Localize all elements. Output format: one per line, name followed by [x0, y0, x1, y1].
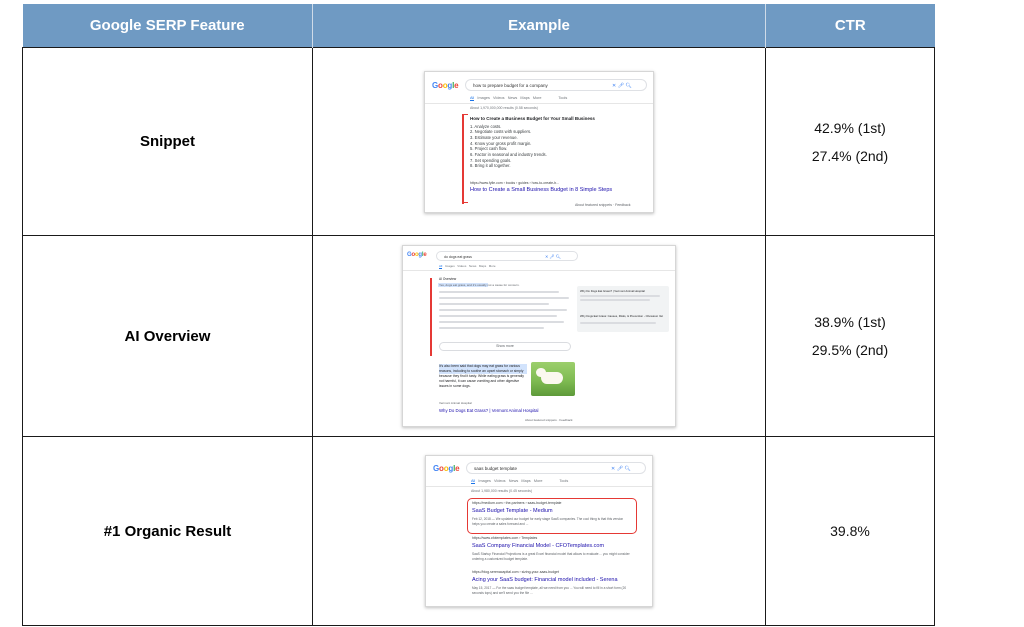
- search-query: do dogs eat grass: [444, 255, 472, 259]
- search-icons: ✕ 🎤︎ 🔍︎: [612, 82, 632, 89]
- text-line: [580, 299, 650, 301]
- search-box[interactable]: how to prepare budget for a company ✕ 🎤︎ …: [465, 78, 647, 91]
- ai-source-link[interactable]: Why Do Dogs Eat Grass? | Vermont Animal …: [439, 408, 539, 413]
- text-line: [580, 295, 660, 297]
- search-tabs[interactable]: All Images Videos News Maps More Tools: [470, 95, 567, 101]
- ai-overview-lead: Yes, dogs eat grass, and it's usually no…: [439, 283, 520, 287]
- search-icons: ✕ 🎤︎ 🔍︎: [545, 254, 561, 259]
- ai-footer: About featured snippets · Feedback: [525, 418, 573, 422]
- google-logo: Google: [433, 464, 460, 473]
- highlight-bar: [430, 278, 432, 356]
- result-title[interactable]: SaaS Company Financial Model - CFOTempla…: [472, 543, 604, 549]
- result-count: About 1,970,000,000 results (0.58 second…: [470, 105, 538, 110]
- table-header-row: Google SERP Feature Example CTR: [22, 4, 935, 48]
- result-desc: May 15, 2017 — For the saas budget templ…: [472, 586, 627, 595]
- dog-image: [531, 362, 575, 396]
- result-title[interactable]: Acing your SaaS budget: Financial model …: [472, 577, 618, 583]
- feature-cell-organic: #1 Organic Result: [22, 436, 313, 626]
- search-query: how to prepare budget for a company: [473, 82, 548, 88]
- show-more-button[interactable]: Show more: [439, 342, 571, 351]
- source-url: https://www.fylle.com › books › guides ›…: [470, 180, 560, 185]
- result-url: https://medium.com › the-partners › saas…: [472, 501, 562, 505]
- result-desc: SaaS Startup Financial Projections is a …: [472, 552, 630, 561]
- divider: [425, 102, 653, 104]
- source-card-title[interactable]: Why Do Dogs Eat Grass? | Vermont Animal …: [580, 289, 645, 293]
- divider: [426, 486, 652, 487]
- result-count: About 1,980,000 results (0.45 seconds): [471, 489, 533, 493]
- ctr-value: 27.4% (2nd): [811, 147, 889, 164]
- text-line: [439, 327, 544, 329]
- ctr-value: 29.5% (2nd): [811, 342, 889, 358]
- snippet-link[interactable]: How to Create a Small Business Budget in…: [470, 187, 612, 193]
- result-desc: Feb 12, 2018 — We updated our budget for…: [472, 517, 624, 526]
- text-line: [439, 303, 549, 305]
- feature-cell-snippet: Snippet: [22, 47, 313, 236]
- text-line: [580, 322, 656, 324]
- serp-comparison-table: Google SERP Feature Example CTR Snippet …: [22, 4, 935, 626]
- ctr-value: 39.8%: [830, 523, 870, 539]
- divider: [403, 270, 675, 271]
- highlight-tick: [462, 113, 468, 115]
- ctr-cell-organic: 39.8%: [765, 436, 935, 626]
- header-example: Example: [312, 4, 766, 48]
- result-url: https://blog.serenacapital.com › sizing-…: [472, 570, 559, 574]
- text-line: [439, 309, 567, 311]
- organic-screenshot: Google saas budget template ✕ 🎤︎ 🔍︎ All I…: [425, 455, 653, 607]
- ai-overview-screenshot: Google do dogs eat grass ✕ 🎤︎ 🔍︎ All Imag…: [402, 245, 676, 427]
- search-tabs[interactable]: All Images Videos News Maps More: [439, 264, 496, 269]
- header-feature: Google SERP Feature: [22, 4, 313, 48]
- search-box[interactable]: do dogs eat grass ✕ 🎤︎ 🔍︎: [436, 251, 578, 261]
- search-box[interactable]: saas budget template ✕ 🎤︎ 🔍︎: [466, 462, 646, 474]
- google-logo: Google: [432, 80, 459, 90]
- table-row: #1 Organic Result Google saas budget tem…: [22, 436, 935, 626]
- text-line: [439, 297, 569, 299]
- text-line: [439, 291, 559, 293]
- snippet-footer: About featured snippets · Feedback: [575, 202, 631, 207]
- ai-overview-heading: AI Overview: [439, 277, 457, 281]
- feature-cell-ai-overview: AI Overview: [22, 235, 313, 437]
- ctr-cell-snippet: 42.9% (1st) 27.4% (2nd): [765, 47, 935, 236]
- text-line: [439, 315, 557, 317]
- highlight-bar: [462, 113, 464, 204]
- ctr-cell-ai-overview: 38.9% (1st) 29.5% (2nd): [765, 235, 935, 437]
- ctr-value: 38.9% (1st): [814, 314, 886, 330]
- text-line: [439, 321, 564, 323]
- highlight-tick: [462, 201, 468, 203]
- result-url: https://www.cfotemplates.com › Templates: [472, 536, 538, 540]
- search-query: saas budget template: [474, 466, 518, 471]
- google-logo: Google: [407, 252, 427, 258]
- table-row: AI Overview Google do dogs eat grass ✕ 🎤︎…: [22, 235, 935, 437]
- table-row: Snippet Google how to prepare budget for…: [22, 47, 935, 236]
- snippet-screenshot: Google how to prepare budget for a compa…: [424, 70, 654, 213]
- snippet-steps: 1. Analyze costs. 2. Negotiate costs with…: [470, 123, 547, 169]
- snippet-title: How to Create a Business Budget for Your…: [470, 115, 595, 121]
- ctr-value: 42.9% (1st): [814, 119, 886, 136]
- example-cell-snippet: Google how to prepare budget for a compa…: [312, 47, 766, 236]
- result-title[interactable]: SaaS Budget Template - Medium: [472, 508, 553, 514]
- example-cell-ai-overview: Google do dogs eat grass ✕ 🎤︎ 🔍︎ All Imag…: [312, 235, 766, 437]
- search-icons: ✕ 🎤︎ 🔍︎: [611, 466, 631, 472]
- search-tabs[interactable]: All Images Videos News Maps More Tools: [471, 479, 568, 484]
- ai-answer-text: It's also been said that dogs may eat gr…: [439, 364, 524, 388]
- example-cell-organic: Google saas budget template ✕ 🎤︎ 🔍︎ All I…: [312, 436, 766, 626]
- header-ctr: CTR: [765, 4, 935, 48]
- source-card-title[interactable]: Why Dogs Eat Grass: Causes, Risks, & Pre…: [580, 314, 663, 318]
- source-name: Vermont Animal Hospital: [439, 401, 472, 405]
